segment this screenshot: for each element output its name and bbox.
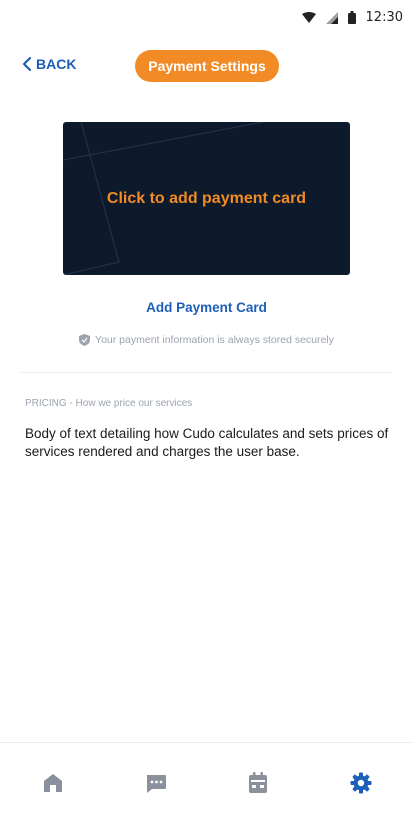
- nav-calendar[interactable]: [246, 771, 270, 795]
- pricing-label: PRICING - How we price our services: [25, 398, 193, 409]
- page-title: Payment Settings: [135, 50, 279, 82]
- home-icon: [44, 774, 62, 792]
- chat-icon: [147, 775, 166, 793]
- chevron-left-icon: [22, 57, 32, 71]
- shield-icon: [79, 334, 91, 346]
- nav-home[interactable]: [41, 771, 65, 795]
- header: BACK Payment Settings: [0, 48, 413, 88]
- secure-note: Your payment information is always store…: [0, 334, 413, 346]
- nav-settings[interactable]: [349, 771, 373, 795]
- secure-note-text: Your payment information is always store…: [95, 334, 334, 346]
- battery-icon: [347, 11, 356, 24]
- nav-chat[interactable]: [144, 771, 168, 795]
- settings-icon: [350, 772, 372, 794]
- status-bar: 12:30: [0, 0, 413, 36]
- calendar-icon: [249, 772, 267, 793]
- divider: [20, 372, 392, 373]
- signal-icon: [325, 11, 338, 24]
- add-payment-card-link[interactable]: Add Payment Card: [0, 300, 413, 315]
- back-button[interactable]: BACK: [22, 56, 76, 72]
- add-payment-card-area[interactable]: Click to add payment card: [63, 122, 350, 275]
- bottom-nav: [0, 742, 413, 823]
- wifi-icon: [301, 11, 316, 23]
- pricing-body: Body of text detailing how Cudo calculat…: [25, 426, 389, 459]
- card-prompt: Click to add payment card: [106, 189, 307, 207]
- status-time: 12:30: [365, 10, 403, 25]
- back-label: BACK: [36, 56, 77, 72]
